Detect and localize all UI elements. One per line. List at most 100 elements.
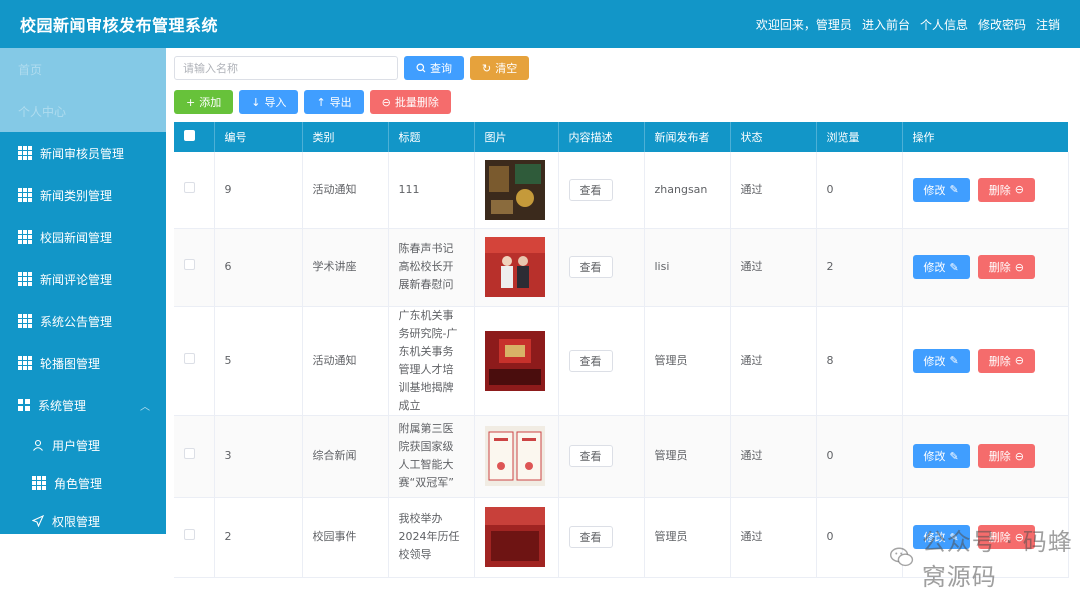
delete-button[interactable]: 删除 ⊖: [977, 177, 1035, 202]
sidebar-item-label: 系统管理: [38, 398, 87, 413]
minus-circle-icon: ⊖: [1014, 530, 1024, 544]
view-button[interactable]: 查看: [568, 445, 613, 467]
search-input[interactable]: [174, 56, 398, 80]
clear-button[interactable]: ↻ 清空: [470, 56, 530, 80]
cell-category: 学术讲座: [302, 228, 389, 307]
news-thumbnail[interactable]: [484, 330, 548, 391]
delete-button[interactable]: 删除 ⊖: [977, 444, 1035, 468]
query-button[interactable]: 查询: [404, 56, 464, 80]
sidebar-item-news-category[interactable]: 新闻类别管理: [0, 174, 166, 216]
minus-circle-icon: ⊖: [1014, 449, 1024, 463]
delete-button[interactable]: 删除 ⊖: [977, 525, 1035, 549]
view-button[interactable]: 查看: [568, 349, 613, 372]
sidebar-item-label: 轮播图管理: [40, 356, 101, 371]
cell-category: 活动通知: [302, 306, 389, 416]
sidebar-subitem-permissions[interactable]: 权限管理: [0, 502, 166, 534]
cell-title: 陈春声书记高松校长开展新春慰问: [388, 228, 475, 307]
nav-frontend-link[interactable]: 进入前台: [862, 16, 910, 33]
column-header: 标题: [388, 122, 475, 152]
nav-profile-link[interactable]: 个人信息: [920, 16, 968, 33]
row-checkbox[interactable]: [184, 352, 195, 364]
arrow-up-icon: ↑: [316, 95, 326, 109]
edit-button[interactable]: 修改 ✎: [912, 444, 970, 468]
cell-actions: 修改 ✎ 删除 ⊖: [902, 306, 1069, 416]
import-button[interactable]: ↓ 导入: [239, 90, 299, 114]
cell-title: 附属第三医院获国家级人工智能大赛“双冠军”: [388, 415, 475, 498]
search-row: 查询 ↻ 清空: [174, 56, 530, 80]
sidebar-subitem-roles[interactable]: 角色管理: [0, 464, 166, 502]
sidebar-subitem-users[interactable]: 用户管理: [0, 426, 166, 464]
row-select-cell[interactable]: [174, 497, 215, 578]
cell-status: 通过: [730, 306, 817, 416]
header-select-all[interactable]: [174, 122, 215, 152]
sidebar-item-campus-news[interactable]: 校园新闻管理: [0, 216, 166, 258]
delete-button[interactable]: 删除 ⊖: [977, 255, 1035, 279]
edit-button[interactable]: 修改 ✎: [912, 525, 970, 549]
minus-circle-icon: ⊖: [1014, 354, 1024, 367]
row-select-cell[interactable]: [174, 415, 215, 498]
grid-icon: [18, 356, 32, 370]
row-checkbox[interactable]: [184, 181, 195, 193]
batch-delete-button[interactable]: ⊖ 批量删除: [369, 90, 451, 114]
sidebar-item-comments[interactable]: 新闻评论管理: [0, 258, 166, 300]
plus-icon: +: [186, 95, 196, 109]
send-icon: [32, 515, 44, 527]
sidebar-item-label: 新闻类别管理: [40, 188, 113, 203]
export-button[interactable]: ↑ 导出: [304, 90, 364, 114]
row-select-cell[interactable]: [174, 306, 215, 416]
add-button[interactable]: + 添加: [174, 90, 234, 114]
search-icon: [416, 63, 426, 73]
sidebar-item-personal-center[interactable]: 个人中心: [0, 90, 166, 132]
column-header: 浏览量: [816, 122, 903, 152]
row-checkbox[interactable]: [184, 529, 195, 540]
grid-icon: [18, 272, 32, 286]
top-nav: 欢迎回来，管理员 进入前台 个人信息 修改密码 注销: [756, 16, 1060, 33]
sidebar-item-system[interactable]: 系统管理 ︿: [0, 384, 166, 426]
delete-button[interactable]: 删除 ⊖: [977, 348, 1035, 373]
cell-views: 2: [816, 228, 903, 307]
cell-views: 8: [816, 306, 903, 416]
query-button-label: 查询: [430, 62, 452, 75]
select-all-checkbox[interactable]: [184, 130, 195, 141]
row-select-cell[interactable]: [174, 152, 215, 229]
edit-button[interactable]: 修改 ✎: [912, 177, 970, 202]
edit-icon: ✎: [949, 260, 959, 274]
cell-id: 9: [214, 152, 303, 229]
edit-button-label: 修改: [923, 450, 946, 463]
sidebar-item-label: 新闻审核员管理: [40, 146, 125, 161]
delete-button-label: 删除: [988, 531, 1011, 544]
app-title: 校园新闻审核发布管理系统: [20, 16, 219, 35]
column-header: 操作: [902, 122, 1069, 152]
top-bar: 校园新闻审核发布管理系统 欢迎回来，管理员 进入前台 个人信息 修改密码 注销: [0, 0, 1080, 48]
cell-title: 我校举办2024年历任校领导: [388, 497, 475, 578]
table-row: 5 活动通知 广东机关事务研究院-广东机关事务管理人才培训基地揭牌成立 查看 管理员 通过…: [174, 306, 1069, 416]
sidebar-item-carousel[interactable]: 轮播图管理: [0, 342, 166, 384]
news-thumbnail[interactable]: [484, 159, 548, 220]
row-checkbox[interactable]: [184, 259, 195, 270]
edit-button[interactable]: 修改 ✎: [912, 348, 970, 373]
view-button[interactable]: 查看: [568, 256, 613, 278]
news-thumbnail[interactable]: [484, 507, 548, 567]
cell-id: 3: [214, 415, 303, 498]
row-select-cell[interactable]: [174, 228, 215, 307]
edit-button-label: 修改: [923, 531, 946, 544]
edit-button-label: 修改: [923, 261, 946, 274]
view-button[interactable]: 查看: [568, 178, 613, 201]
sidebar-item-announcements[interactable]: 系统公告管理: [0, 300, 166, 342]
nav-logout-link[interactable]: 注销: [1036, 16, 1060, 33]
news-thumbnail[interactable]: [484, 426, 548, 486]
sidebar-item-auditor[interactable]: 新闻审核员管理: [0, 132, 166, 174]
news-thumbnail[interactable]: [484, 237, 548, 297]
delete-button-label: 删除: [988, 183, 1011, 197]
view-button[interactable]: 查看: [568, 526, 613, 548]
sidebar-item-home[interactable]: 首页: [0, 48, 166, 90]
cell-description: 查看: [558, 228, 645, 307]
sidebar-item-label: 新闻评论管理: [40, 272, 113, 287]
chevron-up-icon: ︿: [140, 401, 150, 413]
row-checkbox[interactable]: [184, 448, 195, 459]
arrow-down-icon: ↓: [251, 95, 261, 109]
nav-change-password-link[interactable]: 修改密码: [978, 16, 1026, 33]
edit-button[interactable]: 修改 ✎: [912, 255, 970, 279]
cell-description: 查看: [558, 415, 645, 498]
news-table: 编号 类别 标题 图片 内容描述 新闻发布者 状态 浏览量 操作 9 活动通知 11…: [174, 122, 1069, 578]
